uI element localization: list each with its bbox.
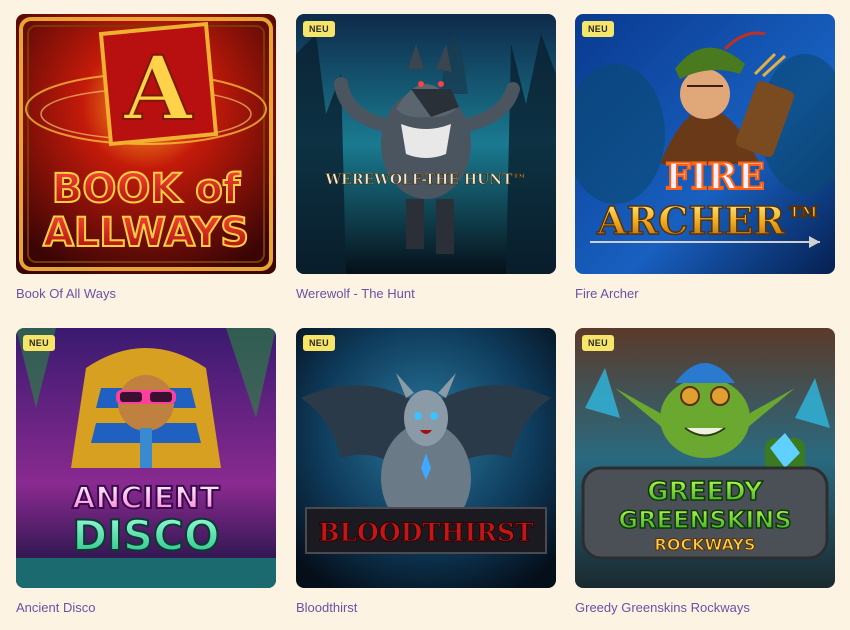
logo-line-3: ROCKWAYS <box>655 535 756 554</box>
game-card-greedy-greenskins-rockways[interactable]: GREEDY GREENSKINS ROCKWAYS NEU Greedy Gr… <box>575 328 835 615</box>
game-artwork: A BOOK of ALLWAYS <box>16 14 276 274</box>
logo-line-2: ARCHER™ <box>596 198 823 243</box>
logo-line-2: ALLWAYS <box>43 210 249 256</box>
new-badge: NEU <box>23 335 55 351</box>
game-card-ancient-disco[interactable]: ANCIENT DISCO NEU Ancient Disco <box>16 328 276 615</box>
new-badge: NEU <box>303 21 335 37</box>
game-thumbnail[interactable]: BLOODTHIRST NEU <box>296 328 556 588</box>
new-badge: NEU <box>303 335 335 351</box>
game-grid: A BOOK of ALLWAYS Book Of All Ways WEREW… <box>0 0 850 630</box>
game-card-bloodthirst[interactable]: BLOODTHIRST NEU Bloodthirst <box>296 328 556 615</box>
game-thumbnail[interactable]: FIRE ARCHER™ NEU <box>575 14 835 274</box>
game-artwork: WEREWOLF-THE HUNT™ <box>296 14 556 274</box>
game-title[interactable]: Book Of All Ways <box>16 286 276 301</box>
game-artwork: BLOODTHIRST <box>296 328 556 588</box>
logo-line-2: DISCO <box>72 511 219 560</box>
game-artwork: GREEDY GREENSKINS ROCKWAYS <box>575 328 835 588</box>
game-thumbnail[interactable]: WEREWOLF-THE HUNT™ NEU <box>296 14 556 274</box>
logo-line-1: WEREWOLF-THE HUNT™ <box>324 172 526 188</box>
game-card-werewolf-the-hunt[interactable]: WEREWOLF-THE HUNT™ NEU Werewolf - The Hu… <box>296 14 556 301</box>
logo-line-1: BLOODTHIRST <box>318 518 534 547</box>
logo-line-2: GREENSKINS <box>618 506 791 534</box>
book-letter: A <box>123 36 194 140</box>
logo-line-1: FIRE <box>665 156 765 198</box>
game-thumbnail[interactable]: GREEDY GREENSKINS ROCKWAYS NEU <box>575 328 835 588</box>
game-title[interactable]: Bloodthirst <box>296 600 556 615</box>
game-title[interactable]: Ancient Disco <box>16 600 276 615</box>
game-card-book-of-all-ways[interactable]: A BOOK of ALLWAYS Book Of All Ways <box>16 14 276 301</box>
game-title[interactable]: Greedy Greenskins Rockways <box>575 600 835 615</box>
game-thumbnail[interactable]: ANCIENT DISCO NEU <box>16 328 276 588</box>
new-badge: NEU <box>582 21 614 37</box>
game-artwork: ANCIENT DISCO <box>16 328 276 588</box>
game-card-fire-archer[interactable]: FIRE ARCHER™ NEU Fire Archer <box>575 14 835 301</box>
game-artwork: FIRE ARCHER™ <box>575 14 835 274</box>
logo-line-1: GREEDY <box>647 477 764 507</box>
game-title[interactable]: Fire Archer <box>575 286 835 301</box>
logo-line-1: BOOK of <box>52 166 241 212</box>
new-badge: NEU <box>582 335 614 351</box>
game-thumbnail[interactable]: A BOOK of ALLWAYS <box>16 14 276 274</box>
game-title[interactable]: Werewolf - The Hunt <box>296 286 556 301</box>
